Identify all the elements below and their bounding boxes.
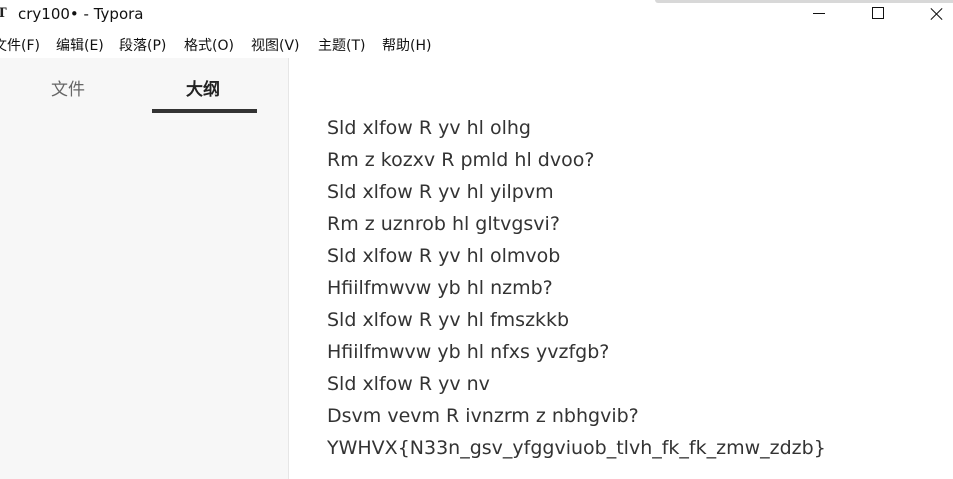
menu-help[interactable]: 帮助(H) xyxy=(382,34,431,58)
document-line[interactable]: Rm z uznrob hl gltvgsvi? xyxy=(327,208,826,240)
maximize-icon[interactable] xyxy=(854,0,900,30)
menu-format[interactable]: 格式(O) xyxy=(184,34,234,58)
tab-files[interactable]: 文件 xyxy=(51,78,85,102)
document-line[interactable]: Sld xlfow R yv hl olhg xyxy=(327,112,826,144)
document-line[interactable]: Rm z kozxv R pmld hl dvoo? xyxy=(327,144,826,176)
menu-theme[interactable]: 主题(T) xyxy=(318,34,365,58)
menu-view[interactable]: 视图(V) xyxy=(251,34,300,58)
document-line[interactable]: Sld xlfow R yv nv xyxy=(327,368,826,400)
sidebar: 文件 大纲 xyxy=(0,58,289,479)
menu-paragraph[interactable]: 段落(P) xyxy=(119,34,166,58)
document-line[interactable]: Dsvm vevm R ivnzrm z nbhgvib? xyxy=(327,400,826,432)
typora-window: T cry100• - Typora 文件(F) 编辑(E) 段落(P) 格式(… xyxy=(0,0,953,479)
window-title: cry100• - Typora xyxy=(18,5,144,23)
tab-outline[interactable]: 大纲 xyxy=(186,78,220,102)
typora-app-icon: T xyxy=(0,6,7,21)
editor-pane[interactable]: Sld xlfow R yv hl olhg Rm z kozxv R pmld… xyxy=(289,58,953,479)
document-line[interactable]: Sld xlfow R yv hl fmszkkb xyxy=(327,304,826,336)
document-line[interactable]: Hfiilfmwvw yb hl nzmb? xyxy=(327,272,826,304)
menu-file[interactable]: 文件(F) xyxy=(0,34,40,58)
document-line[interactable]: Sld xlfow R yv hl olmvob xyxy=(327,240,826,272)
minimize-icon[interactable] xyxy=(797,0,843,30)
document-content: Sld xlfow R yv hl olhg Rm z kozxv R pmld… xyxy=(327,112,826,464)
menu-bar: 文件(F) 编辑(E) 段落(P) 格式(O) 视图(V) 主题(T) 帮助(H… xyxy=(0,34,953,58)
close-icon[interactable] xyxy=(912,0,953,30)
active-tab-indicator xyxy=(152,109,257,113)
document-line[interactable]: YWHVX{N33n_gsv_yfggviuob_tlvh_fk_fk_zmw_… xyxy=(327,432,826,464)
menu-edit[interactable]: 编辑(E) xyxy=(56,34,104,58)
title-bar[interactable]: T cry100• - Typora xyxy=(0,0,953,30)
document-line[interactable]: Sld xlfow R yv hl yilpvm xyxy=(327,176,826,208)
document-line[interactable]: Hfiilfmwvw yb hl nfxs yvzfgb? xyxy=(327,336,826,368)
